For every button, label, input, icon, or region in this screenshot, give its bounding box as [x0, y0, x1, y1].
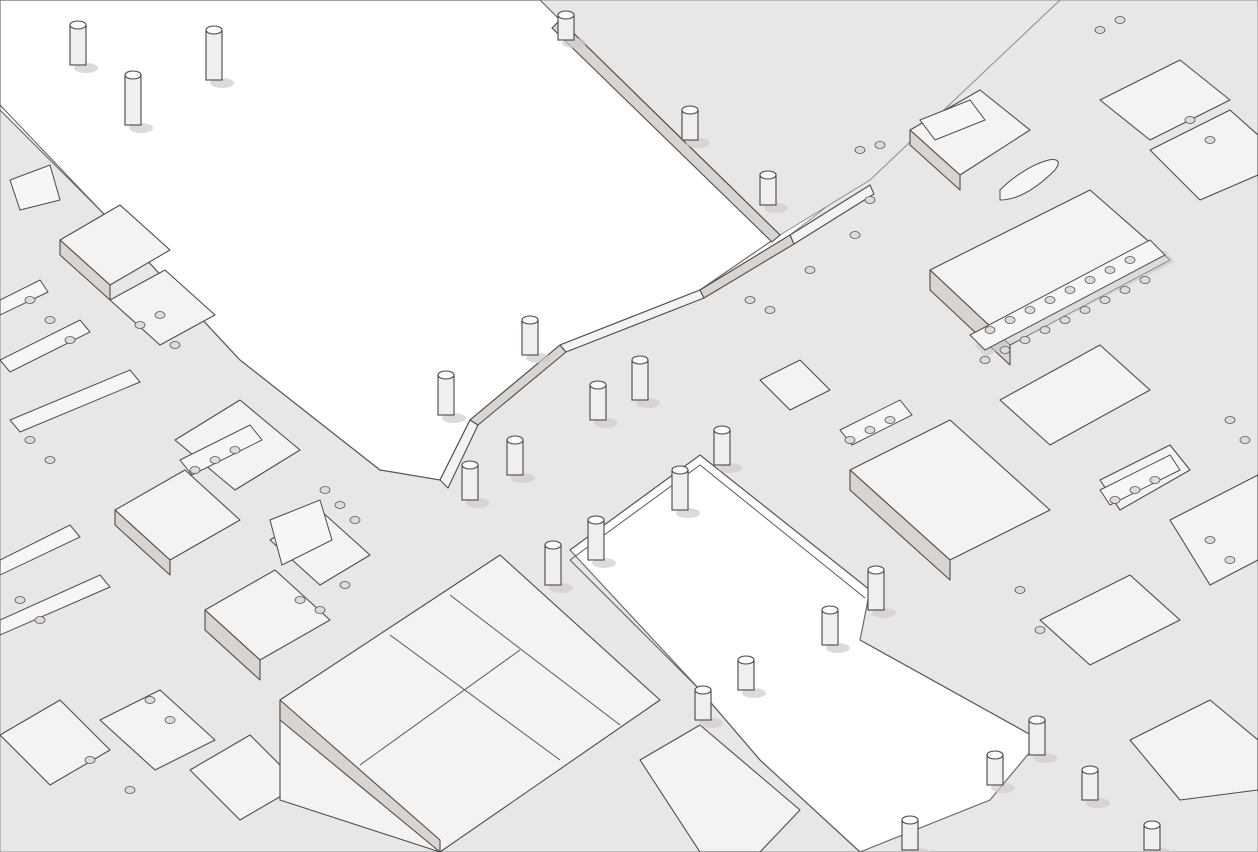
chair [1204, 536, 1216, 544]
chair [1204, 136, 1216, 144]
chair [849, 231, 861, 239]
chair [854, 146, 866, 154]
chair [14, 596, 26, 604]
chair [1024, 306, 1036, 314]
chair [34, 616, 46, 624]
chair [1019, 336, 1031, 344]
chair [314, 606, 326, 614]
chair [1129, 486, 1141, 494]
chair [334, 501, 346, 509]
chair [1224, 416, 1236, 424]
chair [24, 296, 36, 304]
floor-plan-diagram [0, 0, 1258, 852]
chair [154, 311, 166, 319]
chair [84, 756, 96, 764]
chair [189, 466, 201, 474]
chair [1184, 116, 1196, 124]
chair [1224, 556, 1236, 564]
chair [999, 346, 1011, 354]
chair [1099, 296, 1111, 304]
chair [979, 356, 991, 364]
chair [984, 326, 996, 334]
chair [884, 416, 896, 424]
chair [804, 266, 816, 274]
chair [1039, 326, 1051, 334]
chair [764, 306, 776, 314]
chair [1239, 436, 1251, 444]
chair [294, 596, 306, 604]
chair [1084, 276, 1096, 284]
chair [44, 316, 56, 324]
chair [164, 716, 176, 724]
chair [209, 456, 221, 464]
chair [1104, 266, 1116, 274]
chair [349, 516, 361, 524]
chair [864, 196, 876, 204]
chair [144, 696, 156, 704]
chair [1004, 316, 1016, 324]
chair [1149, 476, 1161, 484]
chair [24, 436, 36, 444]
chair [229, 446, 241, 454]
chair [874, 141, 886, 149]
chair [1139, 276, 1151, 284]
chair [44, 456, 56, 464]
chair [339, 581, 351, 589]
chair [864, 426, 876, 434]
chair [1064, 286, 1076, 294]
chair [319, 486, 331, 494]
chair [124, 786, 136, 794]
chair [1094, 26, 1106, 34]
chair [1014, 586, 1026, 594]
chair [169, 341, 181, 349]
chair [1109, 496, 1121, 504]
chair [134, 321, 146, 329]
chair [64, 336, 76, 344]
chair [744, 296, 756, 304]
chair [1119, 286, 1131, 294]
chair [1114, 16, 1126, 24]
isometric-floor-plan [0, 0, 1258, 852]
chair [1034, 626, 1046, 634]
chair [1124, 256, 1136, 264]
chair [1059, 316, 1071, 324]
chair [1044, 296, 1056, 304]
chair [1079, 306, 1091, 314]
chair [844, 436, 856, 444]
